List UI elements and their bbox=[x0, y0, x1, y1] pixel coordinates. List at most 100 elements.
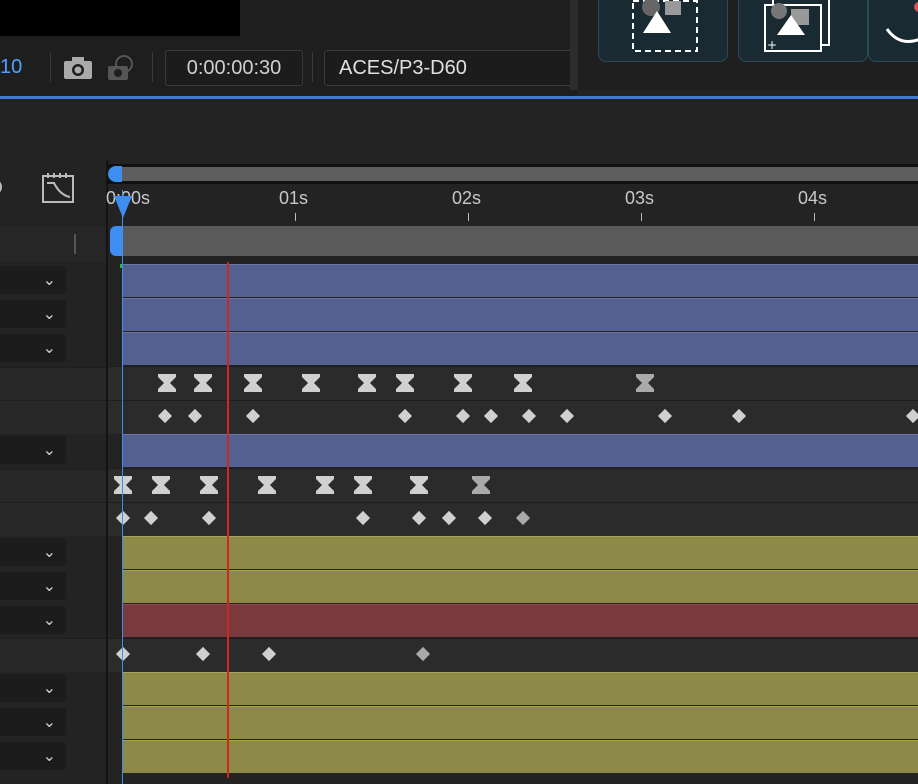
time-ruler[interactable] bbox=[108, 184, 918, 224]
chevron-down-icon: ⌄ bbox=[42, 272, 56, 289]
viewer-toolbar: 10 0:00:00:30 ACES/P3-D60 bbox=[0, 0, 579, 96]
divider bbox=[50, 52, 51, 82]
svg-text:+: + bbox=[767, 38, 777, 52]
current-time-marker[interactable] bbox=[227, 262, 229, 778]
hold-keyframe bbox=[152, 476, 170, 494]
panel-divider bbox=[0, 96, 918, 99]
keyframe-diamond bbox=[559, 408, 575, 424]
keyframe-diamond bbox=[397, 408, 413, 424]
keyframe-diamond bbox=[187, 408, 203, 424]
property-row-label bbox=[0, 400, 106, 434]
layer-bar[interactable] bbox=[122, 570, 918, 603]
keyframe-row-hold bbox=[158, 374, 654, 392]
layer-mode-dropdown[interactable]: ⌄ bbox=[0, 300, 66, 328]
divider bbox=[312, 52, 313, 82]
mask-shape-thumbnail[interactable] bbox=[598, 0, 728, 62]
ruler-tick bbox=[641, 213, 642, 221]
hold-keyframe bbox=[316, 476, 334, 494]
keyframe-diamond bbox=[477, 510, 493, 526]
property-row-label bbox=[0, 469, 106, 503]
search-icon[interactable] bbox=[0, 175, 8, 204]
keyframe-diamond bbox=[411, 510, 427, 526]
keyframe-diamond bbox=[455, 408, 471, 424]
chevron-down-icon: ⌄ bbox=[42, 714, 56, 731]
hold-keyframe bbox=[410, 476, 428, 494]
layer-bar[interactable] bbox=[122, 264, 918, 297]
keyframe-diamond bbox=[157, 408, 173, 424]
effects-panel: + bbox=[570, 0, 918, 90]
chevron-down-icon: ⌄ bbox=[42, 306, 56, 323]
graph-editor-icon[interactable] bbox=[42, 173, 74, 208]
layer-bar[interactable] bbox=[122, 332, 918, 365]
keyframe-diamond bbox=[905, 408, 918, 424]
keyframe-row-linear bbox=[115, 646, 431, 662]
keyframe-diamond bbox=[355, 510, 371, 526]
layer-mode-dropdown[interactable]: ⌄ bbox=[0, 708, 66, 736]
ruler-tick bbox=[814, 213, 815, 221]
layer-bar[interactable] bbox=[122, 740, 918, 773]
chevron-down-icon: ⌄ bbox=[42, 544, 56, 561]
property-row-label bbox=[0, 367, 106, 401]
property-row-label bbox=[0, 638, 106, 672]
curve-thumbnail[interactable] bbox=[868, 0, 918, 62]
time-navigator-bar[interactable] bbox=[118, 167, 918, 181]
layer-mode-dropdown[interactable]: ⌄ bbox=[0, 334, 66, 362]
layer-bar[interactable] bbox=[122, 672, 918, 705]
precomp-thumbnail[interactable]: + bbox=[738, 0, 868, 62]
keyframe-diamond bbox=[657, 408, 673, 424]
keyframe-diamond bbox=[415, 646, 431, 662]
column-resize-handle[interactable] bbox=[74, 234, 76, 254]
hold-keyframe bbox=[358, 374, 376, 392]
keyframe-diamond bbox=[115, 510, 131, 526]
work-area-start-handle[interactable] bbox=[110, 226, 122, 256]
keyframe-diamond bbox=[115, 646, 131, 662]
chevron-down-icon: ⌄ bbox=[42, 442, 56, 459]
keyframe-diamond bbox=[441, 510, 457, 526]
layer-bar[interactable] bbox=[122, 536, 918, 569]
ruler-label: 04s bbox=[798, 188, 828, 208]
keyframe-diamond bbox=[195, 646, 211, 662]
hold-keyframe bbox=[258, 476, 276, 494]
timecode-field[interactable]: 0:00:00:30 bbox=[165, 50, 303, 86]
keyframe-diamond bbox=[483, 408, 499, 424]
playhead-handle[interactable] bbox=[114, 196, 132, 218]
ruler-tick bbox=[468, 213, 469, 221]
keyframe-diamond bbox=[261, 646, 277, 662]
ruler-label: 03s bbox=[625, 188, 655, 208]
layer-mode-dropdown[interactable]: ⌄ bbox=[0, 266, 66, 294]
layer-mode-dropdown[interactable]: ⌄ bbox=[0, 606, 66, 634]
layer-mode-dropdown[interactable]: ⌄ bbox=[0, 674, 66, 702]
show-snapshot-icon[interactable] bbox=[106, 52, 136, 87]
keyframe-diamond bbox=[201, 510, 217, 526]
ruler-label: 02s bbox=[452, 188, 482, 208]
keyframe-row-linear bbox=[157, 408, 918, 424]
time-navigator-start-handle[interactable] bbox=[108, 166, 122, 182]
layer-bar[interactable] bbox=[122, 298, 918, 331]
layer-mode-dropdown[interactable]: ⌄ bbox=[0, 538, 66, 566]
layer-mode-dropdown[interactable]: ⌄ bbox=[0, 742, 66, 770]
hold-keyframe bbox=[514, 374, 532, 392]
layer-mode-dropdown[interactable]: ⌄ bbox=[0, 436, 66, 464]
layer-bar[interactable] bbox=[122, 434, 918, 467]
timecode-value: 0:00:00:30 bbox=[186, 57, 282, 79]
work-area-bar[interactable] bbox=[118, 226, 918, 256]
magnification-value[interactable]: 10 bbox=[0, 56, 22, 79]
color-space-dropdown[interactable]: ACES/P3-D60 bbox=[324, 50, 579, 86]
keyframe-diamond bbox=[245, 408, 261, 424]
layer-mode-dropdown[interactable]: ⌄ bbox=[0, 572, 66, 600]
chevron-down-icon: ⌄ bbox=[42, 612, 56, 629]
hold-keyframe bbox=[454, 374, 472, 392]
hold-keyframe bbox=[194, 374, 212, 392]
playhead-line[interactable] bbox=[122, 190, 123, 784]
hold-keyframe bbox=[472, 476, 490, 494]
hold-keyframe bbox=[354, 476, 372, 494]
chevron-down-icon: ⌄ bbox=[42, 680, 56, 697]
hold-keyframe bbox=[200, 476, 218, 494]
keyframe-row-linear bbox=[115, 510, 531, 526]
column-header bbox=[0, 226, 106, 262]
keyframe-diamond bbox=[521, 408, 537, 424]
camera-icon[interactable] bbox=[62, 55, 94, 86]
layer-bar[interactable] bbox=[122, 604, 918, 637]
layer-bar[interactable] bbox=[122, 706, 918, 739]
hold-keyframe bbox=[396, 374, 414, 392]
